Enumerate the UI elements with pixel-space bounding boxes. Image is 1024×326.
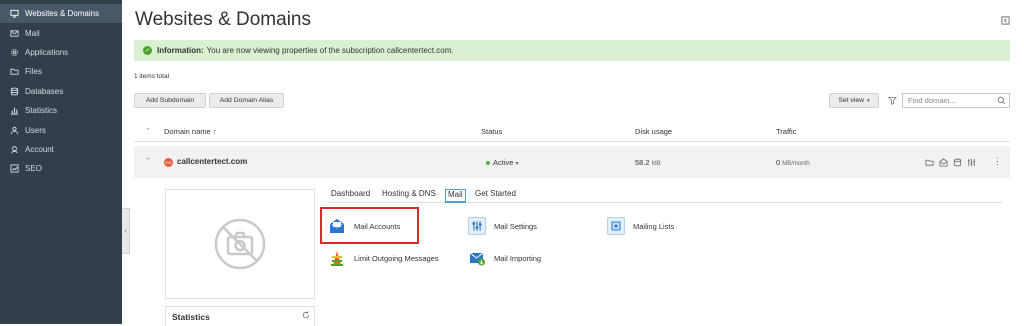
items-total: 1 items total <box>134 73 170 80</box>
sidebar-item-label: Mail <box>25 28 40 38</box>
sidebar-item-label: Statistics <box>25 106 58 116</box>
column-traffic: Traffic <box>776 127 797 136</box>
database-icon[interactable] <box>953 158 962 167</box>
sidebar-item-mail[interactable]: Mail <box>0 23 122 42</box>
more-options-icon[interactable]: ⋮ <box>993 156 1002 167</box>
tab-dashboard[interactable]: Dashboard <box>328 189 373 203</box>
collapse-row-icon[interactable]: ⌃ <box>145 157 151 165</box>
refresh-icon[interactable] <box>302 311 310 319</box>
gear-icon <box>8 47 20 57</box>
folder-icon <box>8 67 20 77</box>
status-dot <box>486 161 490 166</box>
filter-button[interactable] <box>885 93 899 108</box>
domain-tabs: Dashboard Hosting & DNS Mail Get Started <box>328 189 1002 203</box>
search-icon[interactable] <box>997 96 1006 105</box>
tab-hosting-dns[interactable]: Hosting & DNS <box>379 189 439 203</box>
chevron-down-icon: ▾ <box>515 161 519 167</box>
collapse-panel-icon[interactable] <box>1001 16 1010 25</box>
set-view-label: Set view <box>838 97 865 104</box>
database-icon <box>8 86 20 96</box>
column-domain-name[interactable]: Domain name ↑ <box>164 127 217 136</box>
no-camera-icon <box>214 218 266 270</box>
sidebar-item-label: Files <box>25 67 42 77</box>
mail-settings-label: Mail Settings <box>494 221 537 231</box>
sidebar-item-label: Databases <box>25 86 64 96</box>
sidebar-item-websites-domains[interactable]: Websites & Domains <box>0 4 122 24</box>
mail-settings-link[interactable]: Mail Settings <box>468 217 537 235</box>
chevron-down-icon: ▾ <box>867 97 870 104</box>
highlight-box <box>320 207 419 244</box>
check-circle-icon: ✓ <box>143 46 152 55</box>
mail-importing-label: Mail Importing <box>494 253 542 263</box>
sliders-icon[interactable] <box>967 158 976 167</box>
info-message: ✓ Information: You are now viewing prope… <box>134 40 1010 61</box>
traffic-unit: MB/month <box>782 161 810 167</box>
sidebar-item-databases[interactable]: Databases <box>0 82 122 101</box>
column-disk-usage: Disk usage <box>635 127 673 136</box>
statistics-panel: Statistics <box>165 306 315 326</box>
envelope-icon[interactable] <box>939 158 948 167</box>
collapse-all-icon[interactable]: ⌃ <box>145 127 151 135</box>
disk-unit: MB <box>651 161 661 167</box>
user-icon <box>8 125 20 135</box>
statistics-title: Statistics <box>172 312 210 322</box>
sidebar-item-statistics[interactable]: Statistics <box>0 101 122 120</box>
search-placeholder: Find domain... <box>908 96 956 105</box>
table-row: ⌃ CC callcentertect.com Active ▾ 58.2 MB… <box>134 146 1010 178</box>
sidebar-item-applications[interactable]: Applications <box>0 43 122 62</box>
add-subdomain-button[interactable]: Add Subdomain <box>134 93 206 108</box>
id-card-icon <box>8 144 20 154</box>
search-input[interactable]: Find domain... <box>902 93 1010 108</box>
column-status: Status <box>481 127 503 136</box>
info-text: You are now viewing properties of the su… <box>206 46 454 55</box>
page-title: Websites & Domains <box>135 9 311 30</box>
sidebar-item-label: SEO <box>25 164 42 174</box>
sidebar-item-files[interactable]: Files <box>0 62 122 81</box>
sidebar-item-label: Websites & Domains <box>25 9 100 19</box>
set-view-button[interactable]: Set view ▾ <box>829 93 879 108</box>
info-label: Information: <box>157 46 204 55</box>
traffic-value: 0 MB/month <box>776 158 810 167</box>
mail-settings-icon <box>468 217 486 235</box>
mailing-lists-link[interactable]: Mailing Lists <box>607 217 674 235</box>
row-actions <box>925 158 976 167</box>
filter-icon <box>887 96 897 105</box>
site-preview-placeholder <box>165 189 315 299</box>
add-domain-alias-button[interactable]: Add Domain Alias <box>209 93 284 108</box>
limit-outgoing-icon <box>328 249 346 267</box>
mailing-lists-label: Mailing Lists <box>633 221 675 231</box>
traffic-number: 0 <box>776 158 781 167</box>
sidebar-item-label: Applications <box>25 47 69 57</box>
sidebar: Websites & Domains Mail Applications Fil… <box>0 0 122 324</box>
sidebar-item-account[interactable]: Account <box>0 140 122 159</box>
monitor-icon <box>8 9 20 19</box>
sidebar-item-label: Account <box>25 144 54 154</box>
main-content: Websites & Domains ✓ Information: You ar… <box>122 0 1024 326</box>
tab-get-started[interactable]: Get Started <box>472 189 519 203</box>
bar-chart-icon <box>8 106 20 116</box>
table-header: ⌃ Domain name ↑ Status Disk usage Traffi… <box>134 122 1010 142</box>
envelope-icon <box>8 28 20 38</box>
sidebar-item-users[interactable]: Users <box>0 120 122 139</box>
status-badge[interactable]: Active ▾ <box>486 158 519 167</box>
disk-usage-value: 58.2 MB <box>635 158 661 167</box>
domain-link[interactable]: callcentertect.com <box>177 157 247 166</box>
sidebar-item-seo[interactable]: SEO <box>0 159 122 178</box>
status-text: Active <box>493 158 514 167</box>
limit-outgoing-messages-link[interactable]: Limit Outgoing Messages <box>328 249 439 267</box>
limit-outgoing-label: Limit Outgoing Messages <box>354 253 439 263</box>
folder-icon[interactable] <box>925 158 934 167</box>
trend-icon <box>8 164 20 174</box>
disk-value: 58.2 <box>635 158 650 167</box>
mail-importing-icon <box>468 249 486 267</box>
site-favicon: CC <box>164 158 173 167</box>
tab-mail[interactable]: Mail <box>445 189 466 203</box>
mail-importing-link[interactable]: Mail Importing <box>468 249 541 267</box>
mailing-lists-icon <box>607 217 625 235</box>
sidebar-item-label: Users <box>25 125 46 135</box>
